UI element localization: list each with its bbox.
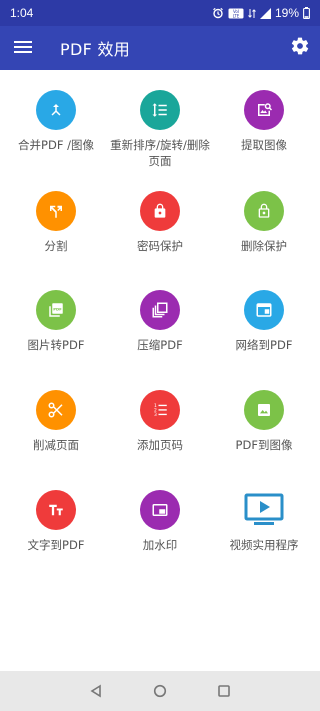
image-icon bbox=[244, 390, 284, 430]
page-title: PDF 效用 bbox=[60, 40, 131, 59]
svg-text:LTE: LTE bbox=[233, 13, 240, 18]
back-button[interactable] bbox=[84, 679, 108, 703]
tool-label: 添加页码 bbox=[137, 438, 183, 452]
tool-label: 合并PDF /图像 bbox=[18, 138, 94, 152]
signal-icon bbox=[259, 7, 271, 19]
tool-label: 加水印 bbox=[142, 538, 178, 552]
tool-label: 网络到PDF bbox=[235, 338, 293, 352]
tool-label: 分割 bbox=[44, 239, 68, 253]
alarm-icon bbox=[212, 7, 224, 19]
tool-label: 文字到PDF bbox=[27, 538, 85, 552]
compress-icon bbox=[140, 290, 180, 330]
tool-password[interactable]: 密码保护 bbox=[107, 191, 213, 254]
tool-text-to-pdf[interactable]: 文字到PDF bbox=[3, 490, 109, 553]
volte-icon: VoI LTE bbox=[228, 8, 244, 19]
mobile-data-icon bbox=[248, 8, 256, 19]
split-icon bbox=[36, 191, 76, 231]
app-bar: PDF 效用 bbox=[0, 26, 320, 70]
tool-reorder[interactable]: 重新排序/旋转/删除页面 bbox=[107, 90, 213, 169]
tool-label: 视频实用程序 bbox=[229, 538, 299, 552]
settings-button[interactable] bbox=[280, 26, 320, 70]
merge-icon bbox=[36, 90, 76, 130]
hamburger-menu-icon bbox=[14, 39, 32, 58]
tool-watermark[interactable]: 加水印 bbox=[107, 490, 213, 553]
extract-image-icon bbox=[244, 90, 284, 130]
status-icons: VoI LTE 19% bbox=[212, 6, 310, 20]
tool-label: 密码保护 bbox=[137, 239, 183, 253]
page-number-icon: 123 bbox=[140, 390, 180, 430]
tool-page-numbers[interactable]: 123 添加页码 bbox=[107, 390, 213, 453]
web-icon bbox=[244, 290, 284, 330]
scissors-icon bbox=[36, 390, 76, 430]
status-bar: 1:04 VoI LTE 19% bbox=[0, 0, 320, 26]
reorder-icon bbox=[140, 90, 180, 130]
home-circle-icon bbox=[153, 684, 167, 698]
battery-icon bbox=[303, 7, 310, 19]
tool-label: 压缩PDF bbox=[137, 338, 183, 352]
tool-split[interactable]: 分割 bbox=[3, 191, 109, 254]
unlock-icon bbox=[244, 191, 284, 231]
tool-merge[interactable]: 合并PDF /图像 bbox=[3, 90, 109, 153]
system-nav-bar bbox=[0, 671, 320, 711]
video-icon bbox=[244, 490, 284, 530]
status-time: 1:04 bbox=[10, 6, 34, 20]
tool-remove-protection[interactable]: 删除保护 bbox=[211, 191, 317, 254]
gear-icon bbox=[290, 36, 310, 60]
tool-label: 削减页面 bbox=[33, 438, 79, 452]
tool-video-utilities[interactable]: 视频实用程序 bbox=[211, 490, 317, 553]
watermark-icon bbox=[140, 490, 180, 530]
tool-label: 重新排序/旋转/删除页面 bbox=[110, 138, 210, 168]
back-triangle-icon bbox=[90, 684, 101, 698]
text-icon bbox=[36, 490, 76, 530]
tool-compress[interactable]: 压缩PDF bbox=[107, 290, 213, 353]
home-button[interactable] bbox=[148, 679, 172, 703]
menu-button[interactable] bbox=[0, 26, 46, 70]
tool-label: 删除保护 bbox=[241, 239, 287, 253]
battery-percent: 19% bbox=[274, 6, 299, 20]
tool-image-to-pdf[interactable]: PDF 图片转PDF bbox=[3, 290, 109, 353]
recents-square-icon bbox=[218, 685, 230, 697]
recents-button[interactable] bbox=[212, 679, 236, 703]
tool-extract-image[interactable]: 提取图像 bbox=[211, 90, 317, 153]
tool-pdf-to-image[interactable]: PDF到图像 bbox=[211, 390, 317, 453]
tool-web-to-pdf[interactable]: 网络到PDF bbox=[211, 290, 317, 353]
svg-text:PDF: PDF bbox=[53, 307, 62, 311]
tool-label: 提取图像 bbox=[241, 138, 287, 152]
tool-label: 图片转PDF bbox=[27, 338, 85, 352]
lock-icon bbox=[140, 191, 180, 231]
svg-text:3: 3 bbox=[154, 412, 157, 418]
tool-cut-pages[interactable]: 削减页面 bbox=[3, 390, 109, 453]
tool-label: PDF到图像 bbox=[235, 438, 293, 452]
image-to-pdf-icon: PDF bbox=[36, 290, 76, 330]
